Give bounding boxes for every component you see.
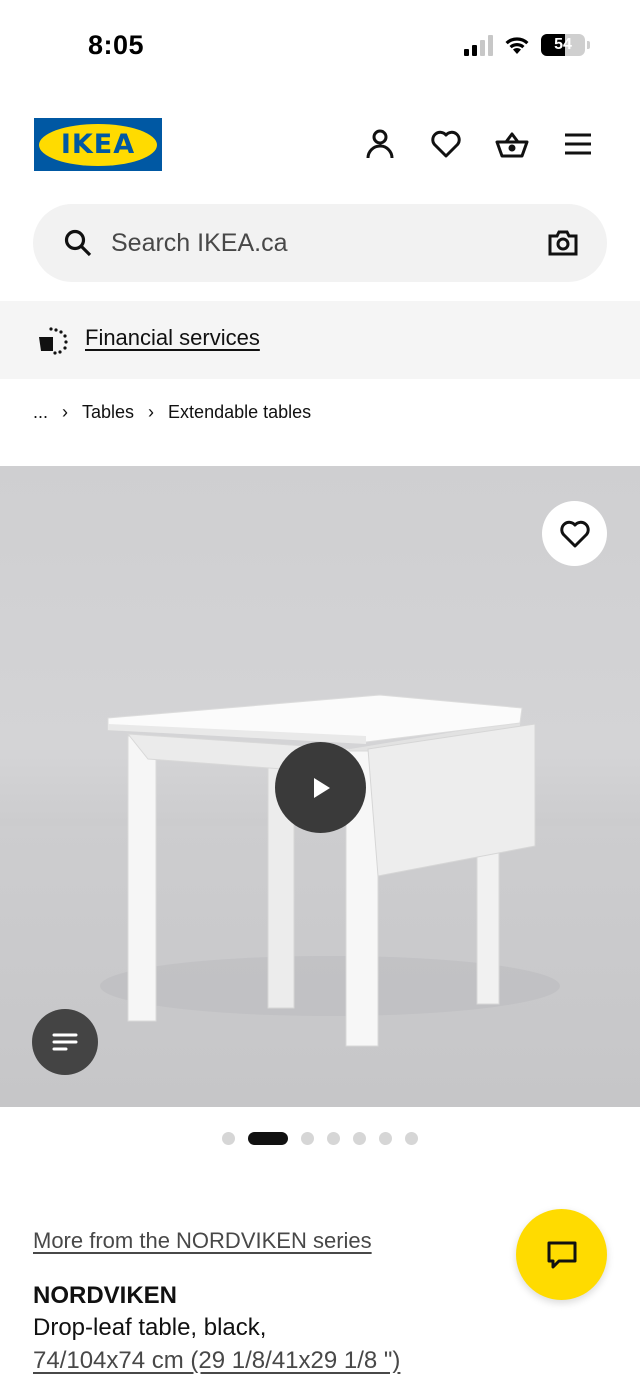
chat-button[interactable] — [516, 1209, 607, 1300]
heart-icon — [559, 520, 590, 547]
product-details-button[interactable] — [32, 1009, 98, 1075]
list-icon — [52, 1033, 78, 1051]
status-time: 8:05 — [88, 30, 145, 60]
camera-icon[interactable] — [547, 228, 579, 258]
pagination-dot[interactable] — [379, 1132, 392, 1145]
product-image-gallery[interactable] — [0, 466, 640, 1107]
battery-level: 54 — [554, 36, 572, 53]
series-link[interactable]: More from the NORDVIKEN series — [33, 1228, 372, 1254]
account-icon[interactable] — [362, 126, 398, 162]
breadcrumb-ellipsis[interactable]: ... — [33, 402, 48, 423]
chat-icon — [547, 1241, 576, 1268]
play-icon — [313, 777, 330, 798]
piggy-bank-icon — [39, 327, 68, 355]
image-pagination — [222, 1132, 418, 1145]
basket-icon[interactable] — [494, 126, 530, 162]
product-name: NORDVIKEN — [33, 1282, 178, 1309]
ikea-logo[interactable]: IKEA — [34, 118, 162, 171]
pagination-dot[interactable] — [353, 1132, 366, 1145]
product-description: Drop-leaf table, black, — [33, 1314, 267, 1341]
chevron-right-icon: › — [148, 402, 155, 422]
breadcrumb-item-tables[interactable]: Tables — [82, 402, 134, 423]
battery-icon: 54 — [541, 34, 585, 56]
financial-services-link[interactable]: Financial services — [85, 325, 260, 351]
financial-services-banner[interactable]: Financial services — [0, 301, 640, 379]
search-bar[interactable]: Search IKEA.ca — [33, 204, 607, 282]
cellular-signal-icon — [464, 34, 493, 56]
header-icons — [362, 126, 596, 162]
product-size-link[interactable]: 74/104x74 cm (29 1/8/41x29 1/8 ") — [33, 1347, 400, 1375]
wifi-icon — [505, 37, 529, 54]
breadcrumb: ... › Tables › Extendable tables — [33, 402, 311, 423]
search-input[interactable]: Search IKEA.ca — [111, 229, 287, 258]
breadcrumb-item-extendable-tables[interactable]: Extendable tables — [168, 402, 311, 423]
status-icons: 54 — [464, 34, 590, 56]
pagination-dot[interactable] — [248, 1132, 288, 1145]
search-icon — [64, 229, 92, 257]
heart-icon[interactable] — [428, 126, 464, 162]
logo-text: IKEA — [60, 129, 136, 160]
pagination-dot[interactable] — [222, 1132, 235, 1145]
menu-icon[interactable] — [560, 126, 596, 162]
chevron-right-icon: › — [62, 402, 69, 422]
site-header: IKEA — [0, 96, 640, 196]
status-bar: 8:05 54 — [0, 0, 640, 96]
add-to-favorites-button[interactable] — [542, 501, 607, 566]
pagination-dot[interactable] — [405, 1132, 418, 1145]
pagination-dot[interactable] — [301, 1132, 314, 1145]
pagination-dot[interactable] — [327, 1132, 340, 1145]
play-video-button[interactable] — [275, 742, 366, 833]
